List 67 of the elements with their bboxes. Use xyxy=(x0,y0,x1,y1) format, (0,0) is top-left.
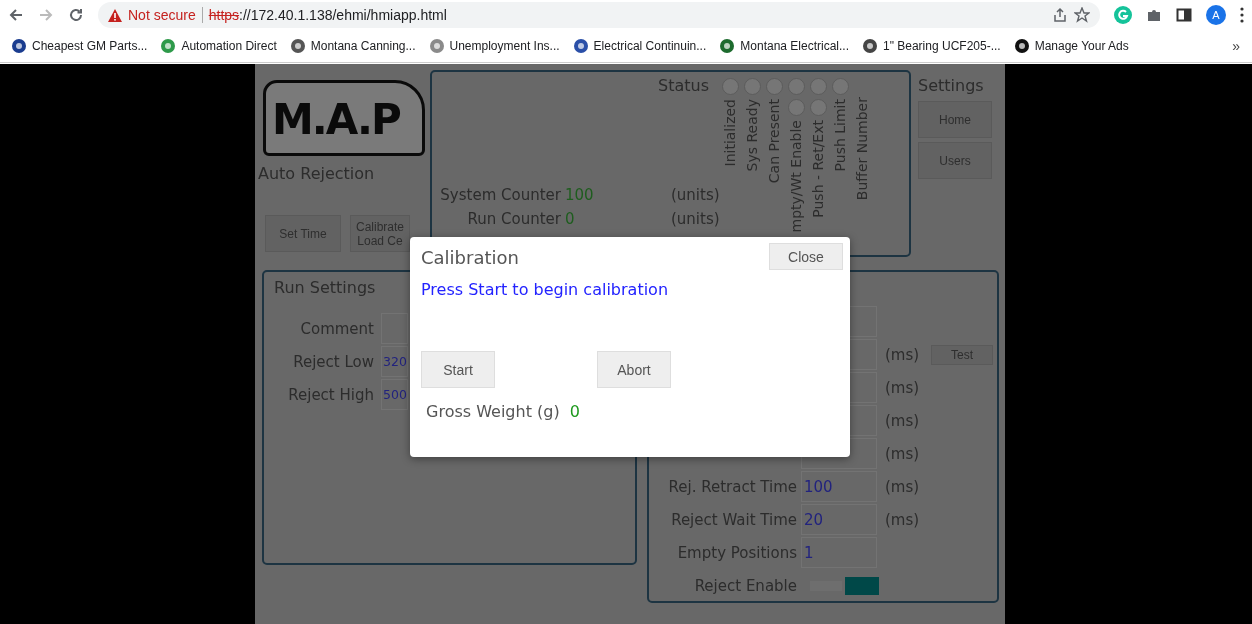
logo: M.A.P xyxy=(263,80,425,156)
start-button[interactable]: Start xyxy=(421,351,495,388)
status-label: Push Limit xyxy=(831,99,849,172)
star-icon[interactable] xyxy=(1074,7,1090,23)
sidebar-icon[interactable] xyxy=(1176,7,1192,23)
panel-title: Run Settings xyxy=(274,278,376,297)
app-subtitle: Auto Rejection xyxy=(258,164,376,183)
bookmark[interactable]: Automation Direct xyxy=(161,39,277,53)
bookmark[interactable]: Unemployment Ins... xyxy=(429,39,560,53)
unit-label: (ms) xyxy=(884,510,921,529)
status-label: Initialized xyxy=(721,99,739,167)
status-label: Can Present xyxy=(765,99,783,184)
unit-label: (units) xyxy=(671,210,720,228)
warning-icon xyxy=(108,8,122,22)
counter-value: 0 xyxy=(565,210,576,228)
bookmark[interactable]: Montana Electrical... xyxy=(720,39,849,53)
field-label: Comment xyxy=(299,319,374,338)
readout-label: Gross Weight (g) xyxy=(426,402,560,421)
reload-icon[interactable] xyxy=(68,7,84,23)
field-label: Reject High xyxy=(287,385,374,404)
field-label: Reject Low xyxy=(292,352,374,371)
bookmark[interactable]: 1" Bearing UCF205-... xyxy=(863,39,1001,53)
status-lamp xyxy=(831,78,849,95)
input-field[interactable] xyxy=(381,313,408,344)
field-label: Reject Wait Time xyxy=(670,510,797,529)
share-icon[interactable] xyxy=(1052,7,1068,23)
status-label: Buffer Number xyxy=(853,97,871,201)
back-icon[interactable] xyxy=(8,7,24,23)
status-title: Status xyxy=(658,76,709,95)
url-text[interactable]: https://172.40.1.138/ehmi/hmiapp.html xyxy=(201,7,447,23)
security-warning: Not secure xyxy=(128,7,196,23)
status-label: Push - Ret/Ext xyxy=(809,120,827,218)
more-bookmarks-button[interactable]: » xyxy=(1232,38,1240,54)
status-lamp xyxy=(809,99,827,116)
field-label: Reject Enable xyxy=(693,576,797,595)
field-label: Rej. Retract Time xyxy=(667,477,797,496)
close-button[interactable]: Close xyxy=(769,243,843,270)
counter-label: System Counter xyxy=(439,186,562,204)
settings-title: Settings xyxy=(918,76,985,95)
status-label: mpty/Wt Enable xyxy=(787,120,805,233)
status-lamp xyxy=(787,99,805,116)
bookmark[interactable]: Cheapest GM Parts... xyxy=(12,39,148,53)
status-label: Sys Ready xyxy=(743,99,761,172)
counter-value: 100 xyxy=(565,186,595,204)
bookmark[interactable]: Montana Canning... xyxy=(290,39,416,53)
readout-value: 0 xyxy=(569,402,580,421)
puzzle-icon[interactable] xyxy=(1146,7,1162,23)
menu-icon[interactable] xyxy=(1240,7,1244,23)
field-label: Empty Positions xyxy=(676,543,797,562)
status-lamp xyxy=(743,78,761,95)
abort-button[interactable]: Abort xyxy=(597,351,671,388)
unit-label: (ms) xyxy=(884,444,921,463)
counter-label: Run Counter xyxy=(466,210,562,228)
dialog-message: Press Start to begin calibration xyxy=(421,280,670,299)
unit-label: (ms) xyxy=(884,411,921,430)
dialog-title: Calibration xyxy=(421,247,519,268)
status-lamp xyxy=(809,78,827,95)
unit-label: (ms) xyxy=(884,477,921,496)
bookmark[interactable]: Electrical Continuin... xyxy=(573,39,707,53)
unit-label: (units) xyxy=(671,186,720,204)
status-lamp xyxy=(765,78,783,95)
status-lamp xyxy=(721,78,739,95)
status-lamp xyxy=(787,78,805,95)
unit-label: (ms) xyxy=(884,345,921,364)
profile-avatar[interactable]: A xyxy=(1206,5,1226,25)
unit-label: (ms) xyxy=(884,378,921,397)
bookmark[interactable]: Manage Your Ads xyxy=(1014,39,1129,53)
